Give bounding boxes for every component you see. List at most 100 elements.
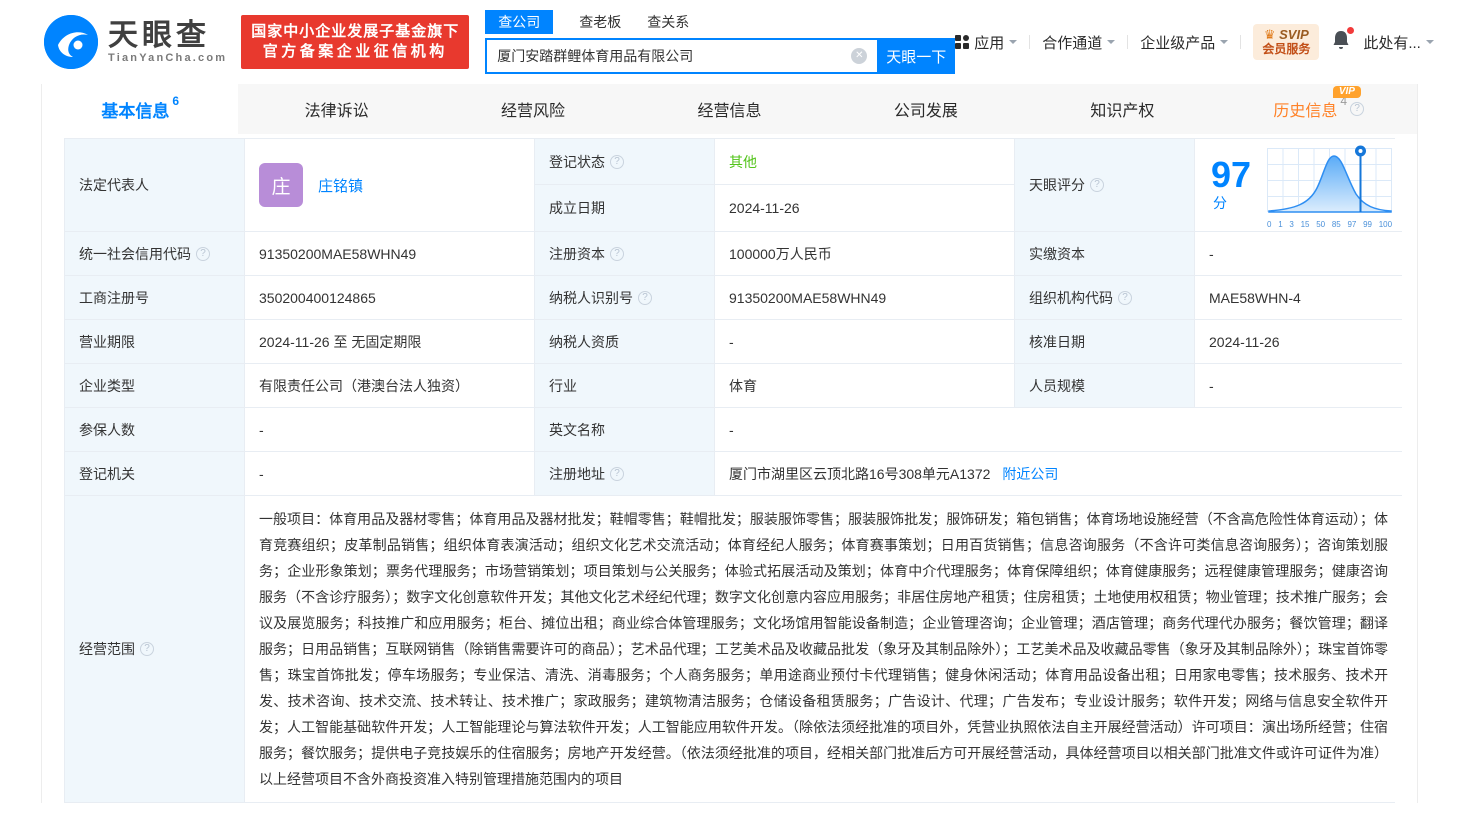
tianyancha-logo-icon xyxy=(44,15,98,69)
field-label-reg-status: 登记状态 xyxy=(535,139,715,185)
tab-business-info[interactable]: 经营信息 xyxy=(631,84,827,134)
nav-divider xyxy=(1029,35,1031,49)
gov-certification-badge: 国家中小企业发展子基金旗下 官方备案企业征信机构 xyxy=(241,15,470,69)
field-label-reg-capital: 注册资本 xyxy=(535,232,715,276)
help-icon[interactable] xyxy=(1090,178,1104,192)
nav-apps[interactable]: 应用 xyxy=(955,32,1018,53)
field-value-paid-capital: - xyxy=(1195,232,1403,276)
nav-partner-channel[interactable]: 合作通道 xyxy=(1042,32,1116,53)
company-info-table: 法定代表人 庄 庄铭镇 登记状态 其他 成立日期 2024-11-26 天眼评分… xyxy=(64,138,1403,803)
svip-member-service-button[interactable]: ♛ SVIP 会员服务 xyxy=(1253,24,1320,60)
field-label-staff-size: 人员规模 xyxy=(1015,364,1195,408)
legal-rep-avatar[interactable]: 庄 xyxy=(259,163,303,207)
field-label-tyc-score: 天眼评分 xyxy=(1015,139,1195,232)
field-value-tyc-score: 97分 0 1 3 15 50 85 97 99 100 xyxy=(1195,139,1403,232)
field-value-industry: 体育 xyxy=(715,364,1015,408)
logo-title: 天眼查 xyxy=(108,19,210,52)
svip-label: SVIP xyxy=(1279,27,1309,42)
tab-company-development[interactable]: 公司发展 xyxy=(828,84,1024,134)
field-value-business-scope: 一般项目：体育用品及器材零售；体育用品及器材批发；鞋帽零售；鞋帽批发；服装服饰零… xyxy=(245,496,1403,802)
apps-grid-icon xyxy=(955,35,970,49)
tab-label: 基本信息 xyxy=(101,101,170,121)
score-unit: 分 xyxy=(1213,195,1227,211)
search-tab-boss[interactable]: 查老板 xyxy=(579,10,621,34)
chevron-down-icon xyxy=(1009,40,1018,48)
nav-apps-label: 应用 xyxy=(974,34,1005,52)
field-label-reg-number: 工商注册号 xyxy=(65,276,245,320)
tab-label: 知识产权 xyxy=(1090,103,1155,120)
notification-dot xyxy=(1347,27,1355,34)
tab-label: 公司发展 xyxy=(893,103,958,120)
field-value-approval-date: 2024-11-26 xyxy=(1195,320,1403,364)
help-icon[interactable] xyxy=(140,642,154,656)
field-value-staff-size: - xyxy=(1195,364,1403,408)
tab-basic-info[interactable]: 基本信息 6 xyxy=(42,84,239,134)
nav-more[interactable]: 此处有... xyxy=(1363,32,1434,53)
help-icon[interactable] xyxy=(1350,102,1365,116)
tab-history-info[interactable]: VIP 历史信息 4 xyxy=(1221,84,1417,134)
field-value-reg-capital: 100000万人民币 xyxy=(715,232,1015,276)
legal-rep-name-link[interactable]: 庄铭镇 xyxy=(318,175,363,196)
field-value-reg-number: 350200400124865 xyxy=(245,276,535,320)
help-icon[interactable] xyxy=(610,246,624,261)
notifications-button[interactable] xyxy=(1331,27,1355,55)
field-value-reg-status: 其他 xyxy=(715,139,1015,185)
field-value-taxpayer-quality: - xyxy=(715,320,1015,364)
search-tab-company[interactable]: 查公司 xyxy=(485,10,554,34)
field-value-business-term: 2024-11-26 至 无固定期限 xyxy=(245,320,535,364)
logo-subtitle: TianYanCha.com xyxy=(108,52,228,64)
score-distribution-chart: 0 1 3 15 50 85 97 99 100 xyxy=(1267,142,1393,229)
business-scope-text: 一般项目：体育用品及器材零售；体育用品及器材批发；鞋帽零售；鞋帽批发；服装服饰零… xyxy=(259,511,1389,787)
chevron-down-icon xyxy=(1425,40,1434,48)
field-value-insured-count: - xyxy=(245,408,535,452)
tab-label: 法律诉讼 xyxy=(304,103,369,120)
field-label-industry: 行业 xyxy=(535,364,715,408)
search-area: 查公司 查老板 查关系 天眼一下 xyxy=(485,10,956,74)
field-value-company-type: 有限责任公司（港澳台法人独资） xyxy=(245,364,535,408)
field-label-reg-address: 注册地址 xyxy=(535,452,715,496)
field-value-credit-code: 91350200MAE58WHN49 xyxy=(245,232,535,276)
gov-badge-line2: 官方备案企业征信机构 xyxy=(262,43,448,60)
nav-more-label: 此处有... xyxy=(1363,34,1421,52)
help-icon[interactable] xyxy=(196,246,210,261)
field-label-credit-code: 统一社会信用代码 xyxy=(65,232,245,276)
field-label-taxpayer-quality: 纳税人资质 xyxy=(535,320,715,364)
field-label-reg-authority: 登记机关 xyxy=(65,452,245,496)
chevron-down-icon xyxy=(1220,40,1229,48)
vip-badge: VIP xyxy=(1332,86,1361,98)
field-value-legal-rep: 庄 庄铭镇 xyxy=(245,139,535,232)
section-tabbar: 基本信息 6 法律诉讼 经营风险 经营信息 公司发展 知识产权 VIP 历史信息… xyxy=(42,84,1417,134)
field-label-business-scope: 经营范围 xyxy=(65,496,245,802)
nav-enterprise-products[interactable]: 企业级产品 xyxy=(1140,32,1229,53)
search-type-tabs: 查公司 查老板 查关系 xyxy=(485,10,955,34)
tab-intellectual-property[interactable]: 知识产权 xyxy=(1024,84,1220,134)
nearby-companies-link[interactable]: 附近公司 xyxy=(1002,464,1058,484)
help-icon[interactable] xyxy=(638,290,652,305)
tab-legal-proceedings[interactable]: 法律诉讼 xyxy=(238,84,434,134)
nav-enterprise-label: 企业级产品 xyxy=(1140,34,1216,52)
tab-label: 经营信息 xyxy=(697,103,762,120)
field-label-approval-date: 核准日期 xyxy=(1015,320,1195,364)
tab-business-risk[interactable]: 经营风险 xyxy=(435,84,631,134)
search-button[interactable]: 天眼一下 xyxy=(877,38,956,74)
tianyancha-logo[interactable]: 天眼查 TianYanCha.com xyxy=(44,15,227,69)
field-value-org-code: MAE58WHN-4 xyxy=(1195,276,1403,320)
search-tab-relation[interactable]: 查关系 xyxy=(647,10,689,34)
svip-sub-label: 会员服务 xyxy=(1262,42,1311,56)
search-input[interactable] xyxy=(485,38,878,74)
field-label-insured-count: 参保人数 xyxy=(65,408,245,452)
score-axis-labels: 0 1 3 15 50 85 97 99 100 xyxy=(1267,219,1393,229)
status-badge: 其他 xyxy=(729,153,757,170)
top-header: 天眼查 TianYanCha.com 国家中小企业发展子基金旗下 官方备案企业征… xyxy=(0,0,1459,84)
field-label-establish-date: 成立日期 xyxy=(535,185,715,232)
nav-partner-label: 合作通道 xyxy=(1042,34,1103,52)
nav-divider xyxy=(1127,35,1129,49)
chevron-down-icon xyxy=(1107,40,1116,48)
help-icon[interactable] xyxy=(1118,290,1132,305)
help-icon[interactable] xyxy=(610,466,624,481)
field-label-org-code: 组织机构代码 xyxy=(1015,276,1195,320)
nav-divider xyxy=(1240,35,1242,49)
help-icon[interactable] xyxy=(610,154,624,169)
tab-label: 历史信息 xyxy=(1273,103,1338,120)
field-value-reg-address: 厦门市湖里区云顶北路16号308单元A1372 附近公司 xyxy=(715,452,1403,496)
